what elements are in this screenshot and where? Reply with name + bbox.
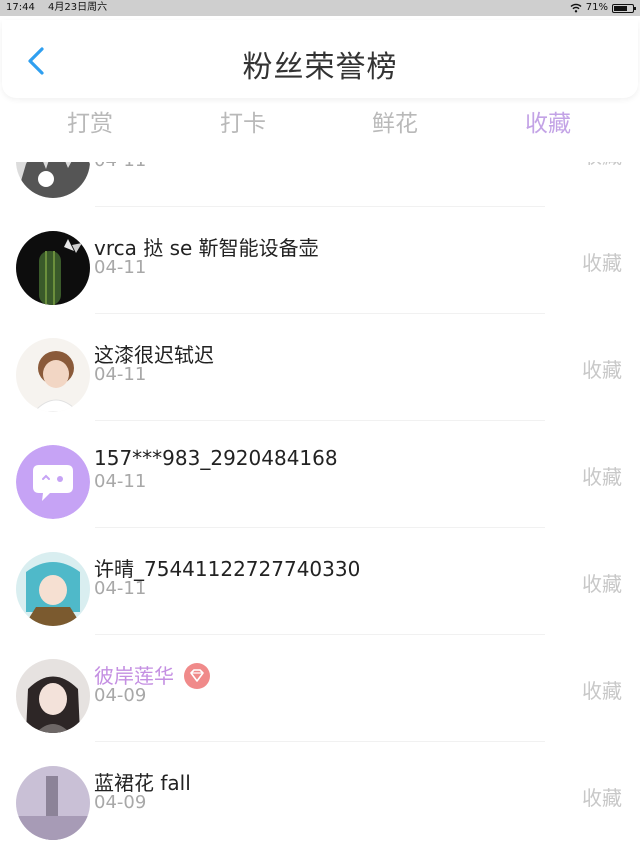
avatar [16,659,90,733]
tab-favorites[interactable]: 收藏 [488,104,608,138]
avatar [16,338,90,412]
avatar [16,162,90,198]
list-item[interactable]: vrca 挞 se 靳智能设备壶 04-11 收藏 [0,207,640,314]
header-bar: 粉丝荣誉榜 [2,20,638,98]
list-item[interactable]: 这漆很迟轼迟 04-11 收藏 [0,314,640,421]
list-item-date: 04-09 [94,792,147,813]
list-item-date: 04-11 [94,257,147,278]
wifi-icon [570,3,582,13]
tab-bar: 打赏 打卡 鲜花 收藏 [0,104,640,144]
favorite-label: 收藏 [582,786,622,810]
anime-avatar-image [16,552,90,626]
tab-checkin[interactable]: 打卡 [183,104,303,138]
list-item-name: 157***983_2920484168 [94,446,338,470]
favorite-label: 收藏 [582,162,622,169]
chat-bubble-avatar-icon [16,445,90,519]
avatar-image [16,162,90,198]
status-bar: 17:44 4月23日周六 71% [0,0,640,16]
list-item-date: 04-11 [94,162,146,171]
avatar [16,445,90,519]
list-item-date: 04-11 [94,578,147,599]
page-title: 粉丝荣誉榜 [242,50,398,85]
cactus-avatar-image [16,231,90,305]
list-item[interactable]: 许晴_75441122727740330 04-11 收藏 [0,528,640,635]
avatar [16,552,90,626]
status-time: 17:44 [6,2,35,13]
list-item-date: 04-11 [94,471,147,492]
girl-avatar-image [16,659,90,733]
avatar [16,766,90,840]
favorite-label: 收藏 [582,251,622,275]
tab-flowers[interactable]: 鲜花 [335,104,455,138]
list-item[interactable]: 04-11 收藏 [0,162,640,207]
list-item[interactable]: 彼岸莲华 04-09 收藏 [0,635,640,742]
boy-avatar-image [16,338,90,412]
fan-list[interactable]: 04-11 收藏 vrca 挞 se 靳智能设备壶 04-11 收藏 [0,162,640,853]
favorite-label: 收藏 [582,358,622,382]
tab-reward[interactable]: 打赏 [30,104,150,138]
status-right: 71% [570,0,636,16]
list-item-date: 04-09 [94,685,147,706]
favorite-label: 收藏 [582,679,622,703]
favorite-label: 收藏 [582,572,622,596]
list-item-date: 04-11 [94,364,147,385]
favorite-label: 收藏 [582,465,622,489]
diamond-badge-icon [184,662,210,689]
avatar [16,231,90,305]
list-item[interactable]: 157***983_2920484168 04-11 收藏 [0,421,640,528]
status-left: 17:44 4月23日周六 [6,0,117,16]
status-date: 4月23日周六 [48,2,108,13]
list-item[interactable]: 蓝裙花 fall 04-09 收藏 [0,742,640,849]
battery-percent: 71% [585,2,608,13]
battery-icon [612,3,636,13]
scenery-avatar-image [16,766,90,840]
